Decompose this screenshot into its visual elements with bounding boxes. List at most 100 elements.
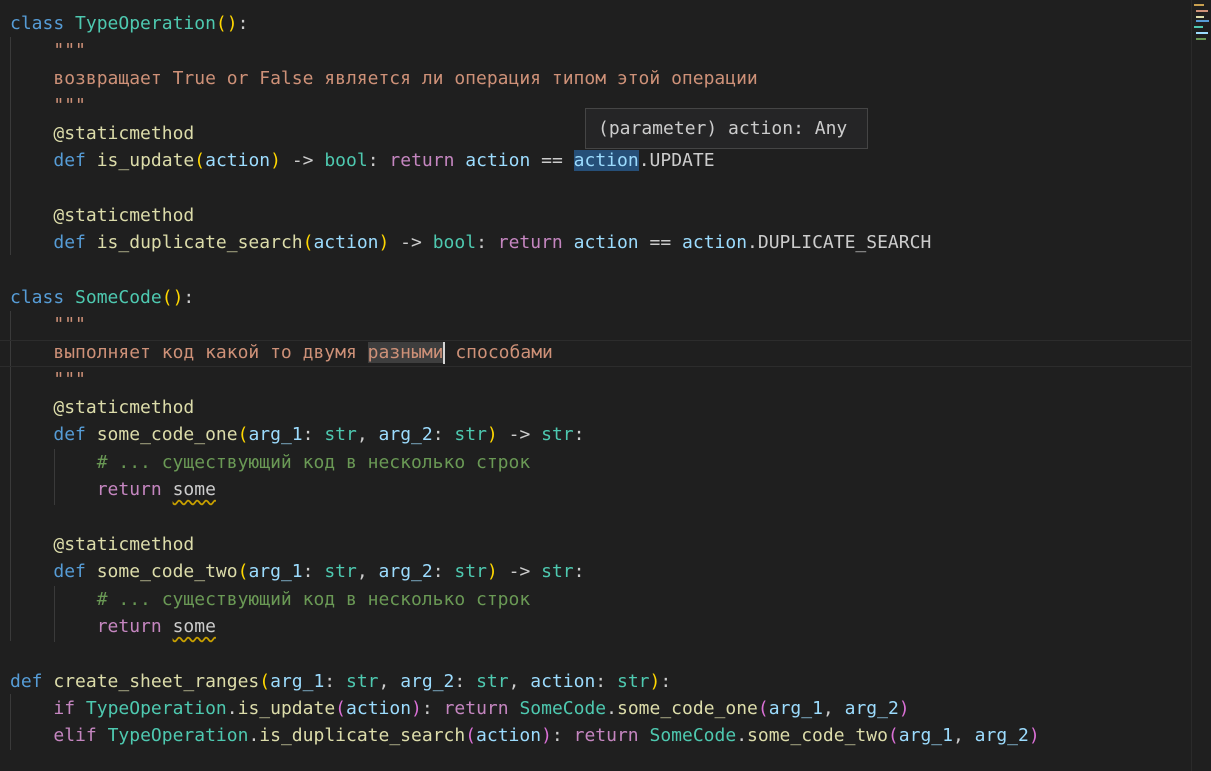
function-name: some_code_one [96, 424, 238, 445]
hovered-identifier[interactable]: action [573, 150, 639, 171]
code-line[interactable]: @staticmethod [10, 394, 194, 421]
keyword: return [96, 479, 162, 500]
bracket: ( [302, 232, 314, 253]
class-name: SomeCode [75, 287, 162, 308]
identifier: action [682, 232, 748, 253]
code-line[interactable]: """ [10, 92, 86, 119]
type-name: bool [324, 150, 368, 171]
keyword: elif [53, 725, 97, 746]
keyword: return [389, 150, 455, 171]
code-editor[interactable]: class TypeOperation(): """ возвращает Tr… [0, 0, 1192, 771]
comment: # ... существующий код в несколько строк [96, 452, 531, 473]
code-line[interactable]: def create_sheet_ranges(arg_1: str, arg_… [10, 668, 671, 695]
punctuation: : [237, 13, 249, 34]
bracket: ) [541, 725, 552, 746]
bracket: ) [1028, 725, 1040, 746]
bracket: ( [465, 725, 477, 746]
minimap-line [1194, 26, 1203, 28]
minimap-line [1194, 4, 1204, 6]
code-line[interactable]: """ [10, 37, 86, 64]
type-name: str [476, 671, 509, 692]
undefined-variable-warning[interactable]: some [173, 616, 216, 637]
type-name: str [616, 671, 650, 692]
bracket: () [161, 287, 184, 308]
code-line[interactable]: # ... существующий код в несколько строк [10, 586, 530, 613]
docstring: """ [53, 369, 86, 390]
code-line[interactable]: return some [10, 476, 216, 503]
function-name: some_code_two [96, 561, 238, 582]
identifier: arg_1 [768, 698, 823, 719]
selected-text[interactable]: разными [367, 342, 444, 363]
bracket: ) [649, 671, 661, 692]
code-line[interactable]: возвращает True or False является ли опе… [10, 65, 757, 92]
parameter: action [313, 232, 379, 253]
class-name: SomeCode [649, 725, 737, 746]
keyword: return [96, 616, 162, 637]
function-name: create_sheet_ranges [53, 671, 260, 692]
bracket: ) [411, 698, 422, 719]
undefined-variable-warning[interactable]: some [173, 479, 216, 500]
identifier: action [573, 232, 639, 253]
code-line[interactable]: def some_code_two(arg_1: str, arg_2: str… [10, 558, 584, 585]
identifier: arg_2 [844, 698, 899, 719]
punctuation: -> [389, 232, 433, 253]
decorator: @staticmethod [53, 534, 195, 555]
code-line[interactable]: # ... существующий код в несколько строк [10, 449, 530, 476]
identifier: arg_1 [898, 725, 953, 746]
keyword: return [573, 725, 639, 746]
code-line[interactable]: @staticmethod [10, 202, 194, 229]
bracket: ( [237, 561, 249, 582]
punctuation: : [367, 150, 390, 171]
function-name: is_update [96, 150, 195, 171]
class-name: TypeOperation [75, 13, 216, 34]
comment: # ... существующий код в несколько строк [96, 589, 531, 610]
docstring: """ [53, 95, 86, 116]
code-line[interactable]: """ [10, 366, 86, 393]
punctuation: : [183, 287, 195, 308]
parameter: arg_2 [378, 561, 433, 582]
code-line[interactable]: @staticmethod [10, 531, 194, 558]
parameter: arg_1 [270, 671, 325, 692]
bracket: ) [486, 561, 498, 582]
decorator: @staticmethod [53, 123, 195, 144]
code-line[interactable]: """ [10, 311, 86, 338]
code-line[interactable]: def some_code_one(arg_1: str, arg_2: str… [10, 421, 584, 448]
keyword: def [53, 150, 86, 171]
code-line[interactable]: elif TypeOperation.is_duplicate_search(a… [10, 722, 1040, 749]
code-line[interactable]: return some [10, 613, 216, 640]
function-name: some_code_one [617, 698, 758, 719]
keyword: def [53, 424, 86, 445]
identifier: action [346, 698, 412, 719]
function-name: is_duplicate_search [96, 232, 303, 253]
bracket: () [215, 13, 238, 34]
operator: == [638, 232, 683, 253]
function-name: some_code_two [747, 725, 888, 746]
bracket: ) [270, 150, 281, 171]
code-line[interactable]: class TypeOperation(): [10, 10, 248, 37]
minimap[interactable] [1191, 0, 1211, 771]
decorator: @staticmethod [53, 397, 195, 418]
docstring: выполняет код какой то двумя [53, 342, 368, 363]
minimap-line [1196, 10, 1208, 12]
code-line[interactable]: выполняет код какой то двумя разными спо… [10, 339, 553, 366]
parameter: arg_2 [400, 671, 455, 692]
code-line[interactable]: def is_update(action) -> bool: return ac… [10, 147, 715, 174]
code-line[interactable]: @staticmethod [10, 120, 194, 147]
attribute: .DUPLICATE_SEARCH [747, 232, 932, 253]
code-line[interactable]: class SomeCode(): [10, 284, 194, 311]
keyword: def [53, 561, 86, 582]
code-line[interactable]: def is_duplicate_search(action) -> bool:… [10, 229, 931, 256]
code-line[interactable]: if TypeOperation.is_update(action): retu… [10, 695, 909, 722]
keyword: def [10, 671, 43, 692]
identifier: action [476, 725, 542, 746]
keyword: return [497, 232, 563, 253]
docstring: способами [444, 342, 553, 363]
bracket: ( [887, 725, 899, 746]
class-name: TypeOperation [85, 698, 227, 719]
type-name: str [541, 424, 574, 445]
parameter: arg_1 [248, 561, 303, 582]
bracket: ( [237, 424, 249, 445]
punctuation: : [476, 232, 498, 253]
type-name: str [541, 561, 574, 582]
keyword: class [10, 287, 65, 308]
